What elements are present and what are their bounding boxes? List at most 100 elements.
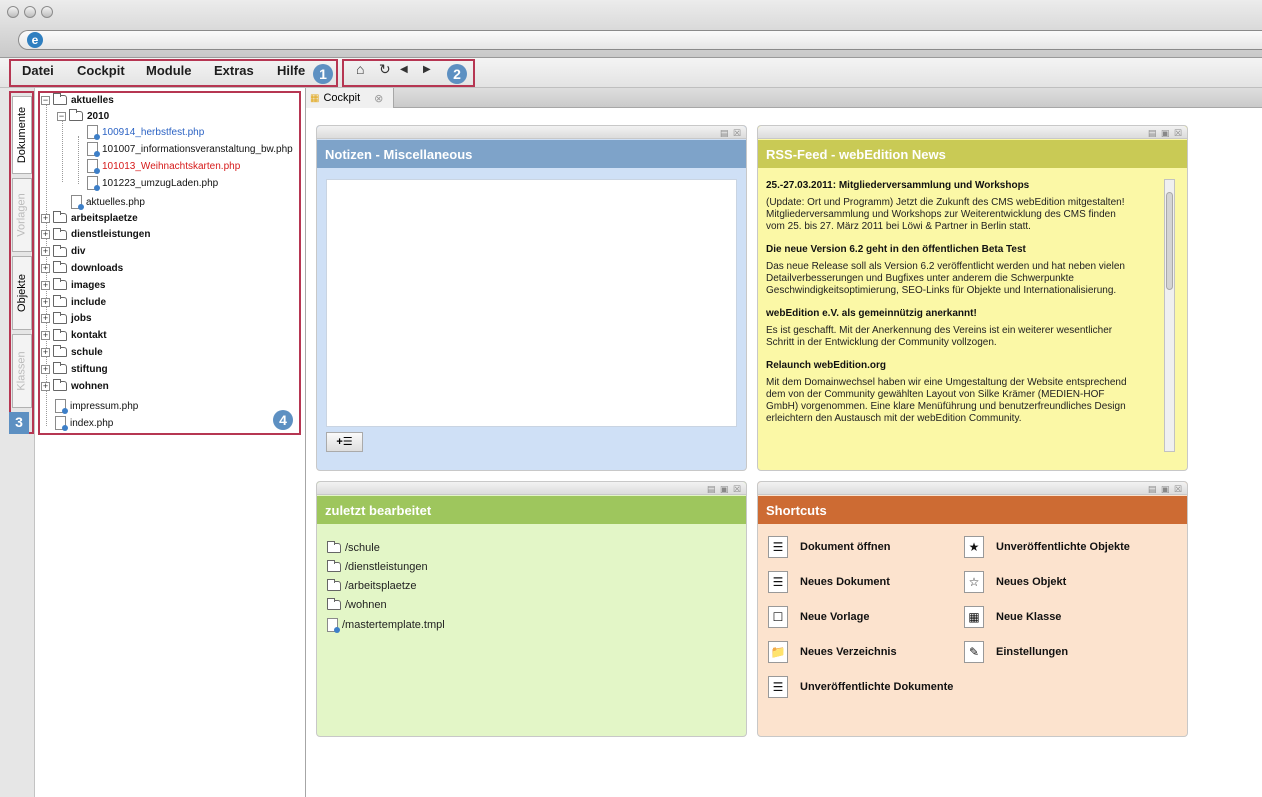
menu-hilfe[interactable]: Hilfe [277,63,305,78]
file-label: aktuelles.php [86,196,145,208]
rss-entry-heading[interactable]: Relaunch webEdition.org [766,360,886,371]
tab-klassen-label: Klassen [16,351,29,391]
add-note-button[interactable]: +☰ [326,432,363,452]
rss-entry-heading[interactable]: webEdition e.V. als gemeinnützig anerkan… [766,308,977,319]
forward-icon[interactable]: ▶ [423,64,431,75]
widget-controls-icon[interactable]: ▤ ▣ ☒ [1148,484,1183,495]
folder-icon [53,379,67,391]
tree-folder-jobs[interactable]: + jobs [41,311,92,327]
zoom-window-button[interactable] [41,6,53,18]
widget-recent: ▤ ▣ ☒ zuletzt bearbeitet /schule/dienstl… [316,481,747,737]
expand-icon[interactable]: + [41,230,50,240]
recent-item[interactable]: /schule [327,541,380,554]
rss-entry-text: erleichtern den Austausch mit der webEdi… [766,413,1022,424]
shortcut-item[interactable]: ☰ Neues Dokument [768,571,890,593]
tree-file[interactable]: 100914_herbstfest.php [87,124,204,140]
tab-cockpit-label: Cockpit [323,92,361,104]
shortcut-object-icon: ✎ [964,641,984,663]
rss-scrollbar[interactable] [1164,179,1175,452]
expand-icon[interactable]: + [41,297,50,307]
recent-item-label: /arbeitsplaetze [345,580,417,592]
recent-item[interactable]: /arbeitsplaetze [327,579,417,592]
expand-icon[interactable]: + [41,280,50,290]
expand-icon[interactable]: + [41,263,50,273]
shortcut-item[interactable]: ★ Unveröffentlichte Objekte [964,536,1130,558]
rss-entry-text: dem von der Community gewählten Layout v… [766,389,1105,400]
tree-folder-schule[interactable]: + schule [41,344,103,360]
expand-icon[interactable]: + [41,364,50,374]
tree-folder-downloads[interactable]: + downloads [41,260,123,276]
rss-entry-heading[interactable]: 25.-27.03.2011: Mitgliederversammlung un… [766,180,1029,191]
notes-textarea[interactable] [326,179,737,427]
expand-icon[interactable]: + [41,331,50,341]
address-bar[interactable]: e [18,30,1262,50]
tree-folder-div[interactable]: + div [41,244,85,260]
shortcut-label: Einstellungen [996,646,1069,658]
widget-controls-icon[interactable]: ▤ ▣ ☒ [707,484,742,495]
shortcut-item[interactable]: ☐ Neue Vorlage [768,606,870,628]
tree-folder-include[interactable]: + include [41,294,106,310]
tab-klassen[interactable]: Klassen [12,334,32,408]
tab-vorlagen-label: Vorlagen [16,193,28,237]
tree-folder-wohnen[interactable]: + wohnen [41,378,109,394]
expand-icon[interactable]: + [41,213,50,223]
tree-folder-stiftung[interactable]: + stiftung [41,361,108,377]
tree-folder-kontakt[interactable]: + kontakt [41,328,107,344]
back-icon[interactable]: ◀ [400,64,408,75]
expand-icon[interactable]: + [41,347,50,357]
callout-badge-4: 4 [273,410,293,430]
recent-item[interactable]: /dienstleistungen [327,560,428,573]
widget-notes: ▤ ☒ Notizen - Miscellaneous +☰ [316,125,747,471]
recent-title: zuletzt bearbeitet [317,496,746,524]
shortcut-item[interactable]: ☰ Unveröffentlichte Dokumente [768,676,953,698]
recent-item[interactable]: /mastertemplate.tmpl [327,618,445,633]
folder-icon [327,541,341,553]
shortcut-document-icon: ☰ [768,571,788,593]
expand-icon[interactable]: + [41,247,50,257]
tab-cockpit[interactable]: ▦ Cockpit ⊗ [306,88,394,108]
tree-file[interactable]: 101223_umzugLaden.php [87,175,218,191]
shortcut-item[interactable]: ☆ Neues Objekt [964,571,1066,593]
menu-datei[interactable]: Datei [22,63,54,78]
tree-folder-aktuelles[interactable]: − aktuelles [41,92,114,108]
tab-dokumente[interactable]: Dokumente [12,96,32,174]
shortcut-item[interactable]: ☰ Dokument öffnen [768,536,890,558]
shortcut-item[interactable]: ✎ Einstellungen [964,641,1068,663]
expand-icon[interactable]: + [41,381,50,391]
collapse-icon[interactable]: − [41,95,50,105]
home-icon[interactable]: ⌂ [356,61,364,77]
reload-icon[interactable]: ↻ [379,61,391,78]
rss-entry-heading[interactable]: Die neue Version 6.2 geht in den öffentl… [766,244,1026,255]
tree-folder-arbeitsplaetze[interactable]: + arbeitsplaetze [41,210,138,226]
tree-file-aktuelles-php[interactable]: aktuelles.php [71,194,145,210]
minimize-window-button[interactable] [24,6,36,18]
folder-label: div [71,246,86,258]
folder-label: images [71,279,106,291]
tree-folder-images[interactable]: + images [41,277,105,293]
tree-folder-dienstleistungen[interactable]: + dienstleistungen [41,227,150,243]
collapse-icon[interactable]: − [57,111,66,121]
widget-controls-icon[interactable]: ▤ ☒ [720,128,742,139]
tree-file[interactable]: 101013_Weihnachtskarten.php [87,158,240,174]
close-tab-icon[interactable]: ⊗ [374,92,383,105]
tree-folder-2010[interactable]: − 2010 [57,108,109,124]
expand-icon[interactable]: + [41,314,50,324]
close-window-button[interactable] [7,6,19,18]
shortcut-item[interactable]: 📁 Neues Verzeichnis [768,641,897,663]
menu-extras[interactable]: Extras [214,63,254,78]
menu-module[interactable]: Module [146,63,192,78]
tree-file[interactable]: impressum.php [55,398,138,414]
tab-vorlagen[interactable]: Vorlagen [12,178,32,252]
shortcut-document-icon: ☰ [768,676,788,698]
shortcut-document-icon: ☰ [768,536,788,558]
tree-file[interactable]: index.php [55,415,113,431]
menu-cockpit[interactable]: Cockpit [77,63,125,78]
rss-scroll-thumb[interactable] [1166,192,1173,290]
tree-file[interactable]: 101007_informationsveranstaltung_bw.php [87,141,293,157]
tab-objekte[interactable]: Objekte [12,256,32,330]
recent-item[interactable]: /wohnen [327,598,387,611]
php-file-icon [87,125,100,140]
shortcut-item[interactable]: ▦ Neue Klasse [964,606,1061,628]
rss-entry-text: Mit dem Domainwechsel haben wir eine Umg… [766,377,1127,388]
folder-label: kontakt [71,330,107,342]
